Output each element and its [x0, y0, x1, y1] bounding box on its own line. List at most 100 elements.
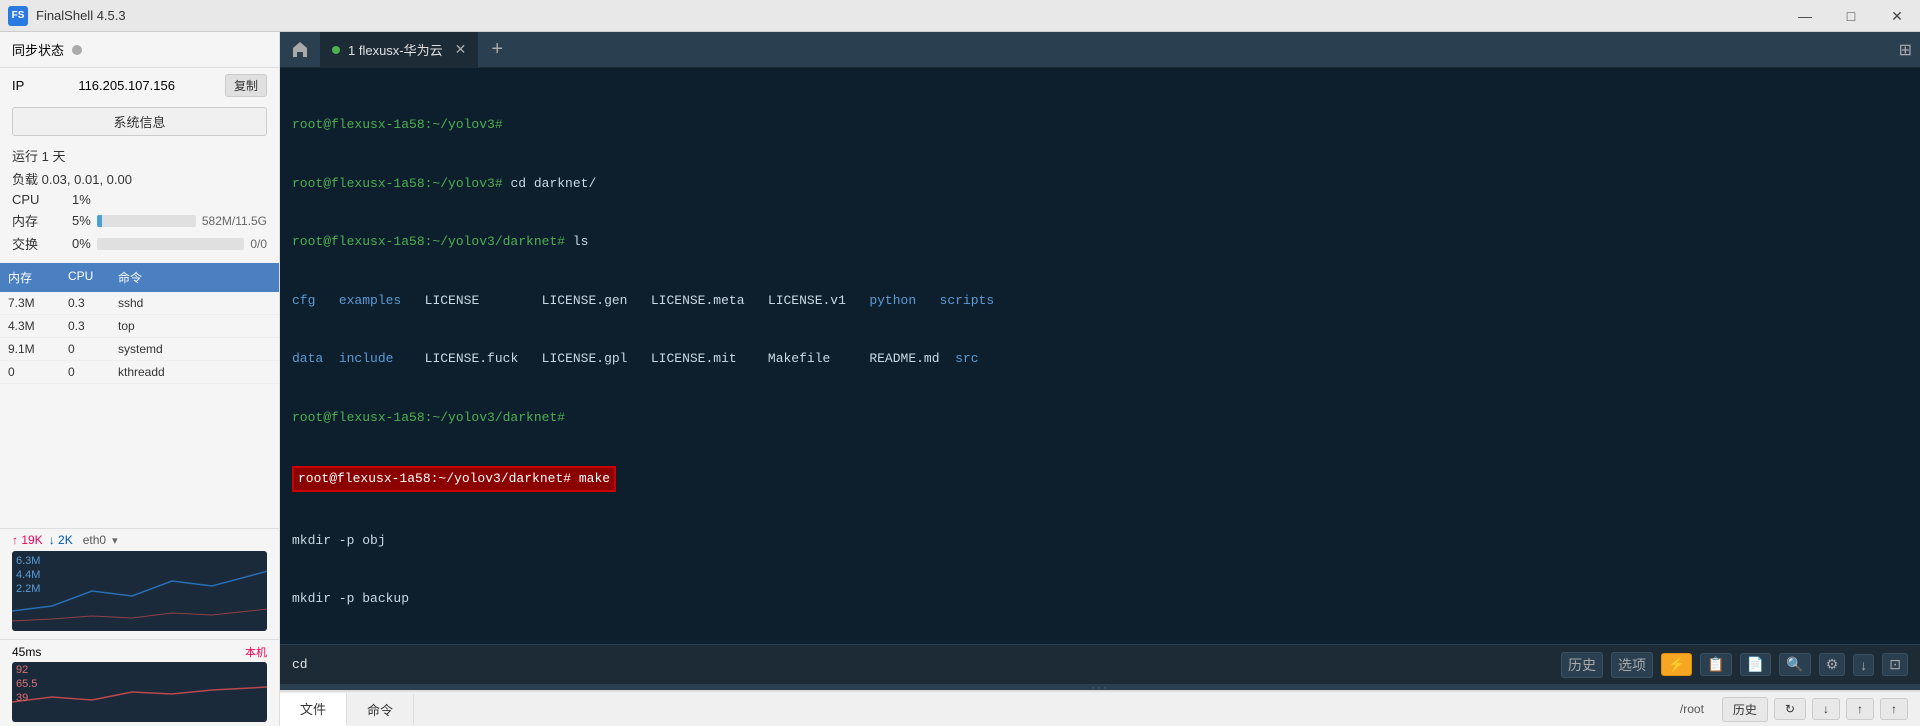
- history-button[interactable]: 历史: [1561, 652, 1603, 678]
- paste-icon[interactable]: 📄: [1740, 653, 1771, 676]
- mem-bar-container: 5% 582M/11.5G: [72, 213, 267, 228]
- sync-status-row: 同步状态: [0, 32, 279, 68]
- up-dir-icon[interactable]: ↑: [1880, 698, 1908, 720]
- proc-cmd: kthreadd: [114, 363, 275, 381]
- refresh-icon[interactable]: ↻: [1774, 698, 1806, 720]
- minimize-button[interactable]: —: [1782, 0, 1828, 32]
- net-dropdown-icon[interactable]: ▾: [112, 534, 118, 547]
- close-button[interactable]: ✕: [1874, 0, 1920, 32]
- home-button[interactable]: [280, 32, 320, 68]
- col-header-cpu: CPU: [64, 267, 114, 288]
- term-line-1: root@flexusx-1a58:~/yolov3#: [292, 115, 1908, 135]
- proc-mem: 7.3M: [4, 294, 64, 312]
- process-rows: 7.3M 0.3 sshd 4.3M 0.3 top 9.1M 0 system…: [0, 292, 279, 384]
- tab-close-button[interactable]: ✕: [455, 41, 467, 58]
- download-files-icon[interactable]: ↓: [1812, 698, 1840, 720]
- term-line-3: root@flexusx-1a58:~/yolov3/darknet# ls: [292, 232, 1908, 252]
- resize-icon[interactable]: ⊡: [1882, 653, 1908, 676]
- settings-icon[interactable]: ⚙: [1819, 653, 1846, 676]
- proc-mem: 9.1M: [4, 340, 64, 358]
- latency-row: 45ms 本机: [12, 644, 267, 660]
- app-title: FinalShell 4.5.3: [36, 8, 126, 23]
- copy-ip-button[interactable]: 复制: [225, 74, 267, 97]
- net-val-2: 4.4M: [16, 569, 40, 581]
- mem-detail: 582M/11.5G: [202, 214, 267, 228]
- flash-icon[interactable]: ⚡: [1661, 653, 1692, 676]
- process-table: 内存 CPU 命令 7.3M 0.3 sshd 4.3M 0.3 top 9.1…: [0, 263, 279, 528]
- copy-icon[interactable]: 📋: [1700, 653, 1731, 676]
- latency-val-2: 65.5: [16, 678, 37, 690]
- current-path: /root: [1668, 702, 1716, 716]
- list-item: 4.3M 0.3 top: [0, 315, 279, 338]
- proc-mem: 0: [4, 363, 64, 381]
- mem-value: 5%: [72, 213, 91, 228]
- cpu-row: CPU 1%: [12, 192, 267, 207]
- net-iface: eth0: [83, 533, 106, 547]
- proc-cmd: top: [114, 317, 275, 335]
- swap-bar: [97, 238, 245, 250]
- window-controls: — □ ✕: [1782, 0, 1920, 32]
- terminal-input-bar: 历史 选项 ⚡ 📋 📄 🔍 ⚙ ↓ ⊡: [280, 644, 1920, 684]
- latency-val-1: 92: [16, 664, 28, 676]
- term-line-8: mkdir -p backup: [292, 589, 1908, 609]
- grid-view-icon[interactable]: ⊞: [1899, 40, 1912, 60]
- load-value: 负载 0.03, 0.01, 0.00: [12, 169, 132, 188]
- app-icon: FS: [8, 6, 28, 26]
- proc-cpu: 0: [64, 363, 114, 381]
- load-row: 负载 0.03, 0.01, 0.00: [12, 169, 267, 188]
- proc-cpu: 0: [64, 340, 114, 358]
- proc-cpu: 0.3: [64, 317, 114, 335]
- cpu-label: CPU: [12, 192, 72, 207]
- latency-val-3: 39: [16, 692, 28, 704]
- term-line-5: data include LICENSE.fuck LICENSE.gpl LI…: [292, 349, 1908, 369]
- net-down: ↓ 2K: [49, 533, 73, 547]
- sysinfo-button[interactable]: 系统信息: [12, 107, 267, 136]
- swap-value: 0%: [72, 236, 91, 251]
- proc-cmd: sshd: [114, 294, 275, 312]
- proc-cmd: systemd: [114, 340, 275, 358]
- swap-label: 交换: [12, 234, 72, 253]
- mem-row: 内存 5% 582M/11.5G: [12, 211, 267, 230]
- net-up: ↑ 19K: [12, 533, 43, 547]
- local-label: 本机: [245, 644, 267, 660]
- ip-address: 116.205.107.156: [78, 78, 175, 93]
- term-line-6: root@flexusx-1a58:~/yolov3/darknet#: [292, 408, 1908, 428]
- bottom-toolbar: /root 历史 ↻ ↓ ↑ ↑: [1668, 697, 1920, 722]
- sync-label: 同步状态: [12, 40, 64, 59]
- proc-cpu: 0.3: [64, 294, 114, 312]
- latency-section: 45ms 本机 92 65.5 39: [0, 639, 279, 726]
- latency-value: 45ms: [12, 645, 41, 659]
- stats-section: 运行 1 天 负载 0.03, 0.01, 0.00 CPU 1% 内存 5% …: [0, 140, 279, 263]
- net-row: ↑ 19K ↓ 2K eth0 ▾: [12, 533, 267, 547]
- network-section: ↑ 19K ↓ 2K eth0 ▾ 6.3M 4.4M 2.2M: [0, 528, 279, 639]
- terminal-output[interactable]: root@flexusx-1a58:~/yolov3# root@flexusx…: [280, 68, 1920, 644]
- net-val-3: 2.2M: [16, 583, 40, 595]
- terminal-area: 1 flexusx-华为云 ✕ + ⊞ root@flexusx-1a58:~/…: [280, 32, 1920, 726]
- uptime-row: 运行 1 天: [12, 146, 267, 165]
- maximize-button[interactable]: □: [1828, 0, 1874, 32]
- upload-icon[interactable]: ↑: [1846, 698, 1874, 720]
- tab-status-dot: [332, 46, 340, 54]
- add-tab-button[interactable]: +: [479, 32, 515, 68]
- tab-bar-right: ⊞: [1899, 40, 1920, 60]
- main-container: 同步状态 IP 116.205.107.156 复制 系统信息 运行 1 天 负…: [0, 32, 1920, 726]
- bottom-tabs: 文件 命令 /root 历史 ↻ ↓ ↑ ↑: [280, 690, 1920, 726]
- download-icon[interactable]: ↓: [1853, 654, 1874, 676]
- col-header-cmd: 命令: [114, 267, 275, 288]
- ip-label: IP: [12, 78, 24, 93]
- term-line-7: mkdir -p obj: [292, 531, 1908, 551]
- latency-graph: 92 65.5 39: [12, 662, 267, 722]
- mem-bar-fill: [97, 215, 102, 227]
- active-tab[interactable]: 1 flexusx-华为云 ✕: [320, 32, 479, 68]
- col-header-mem: 内存: [4, 267, 64, 288]
- tab-files[interactable]: 文件: [280, 693, 347, 726]
- titlebar: FS FinalShell 4.5.3 — □ ✕: [0, 0, 1920, 32]
- ip-row: IP 116.205.107.156 复制: [0, 68, 279, 103]
- sync-dot: [72, 45, 82, 55]
- options-button[interactable]: 选项: [1611, 652, 1653, 678]
- bottom-history-button[interactable]: 历史: [1722, 697, 1768, 722]
- search-icon[interactable]: 🔍: [1779, 653, 1810, 676]
- tab-commands[interactable]: 命令: [347, 694, 414, 725]
- terminal-input[interactable]: [292, 657, 1553, 672]
- sidebar: 同步状态 IP 116.205.107.156 复制 系统信息 运行 1 天 负…: [0, 32, 280, 726]
